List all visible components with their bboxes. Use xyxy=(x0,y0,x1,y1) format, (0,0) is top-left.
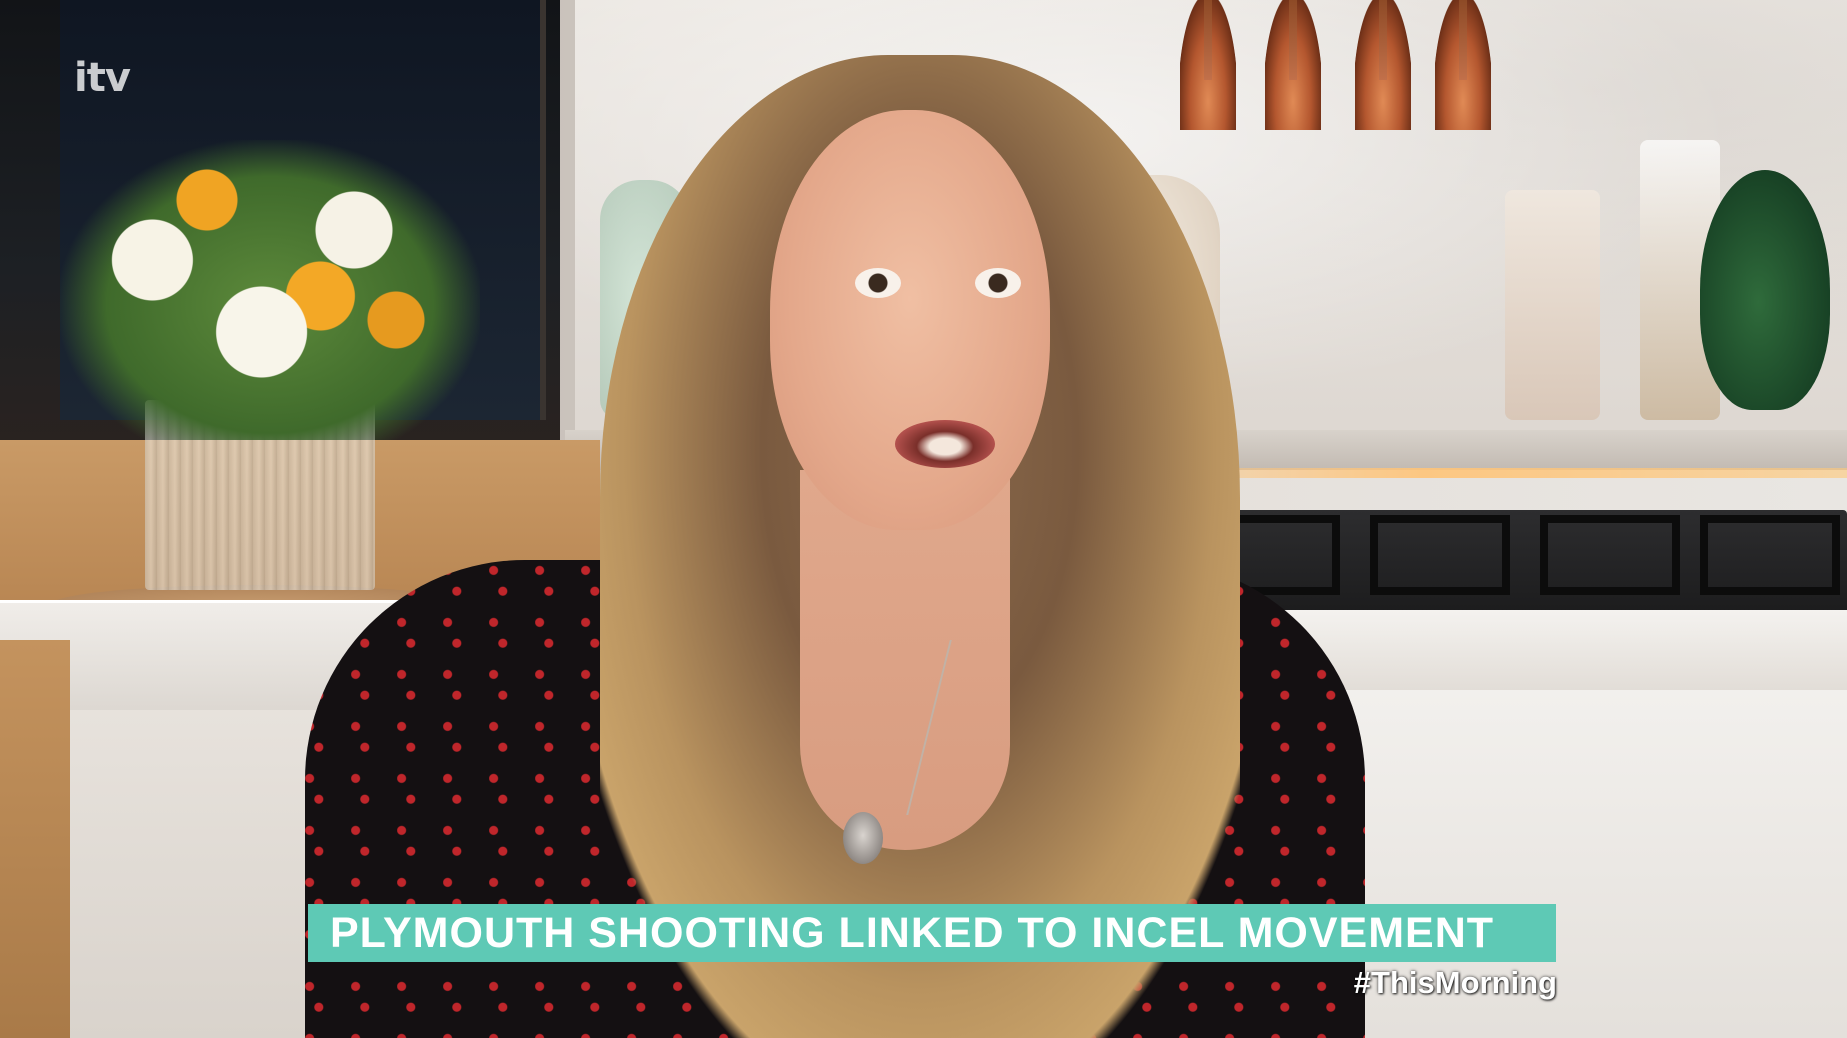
hob-grate xyxy=(1700,515,1840,595)
copper-ladle-icon xyxy=(1435,0,1491,130)
copper-spoon-icon xyxy=(1355,0,1411,130)
itv-logo: itv xyxy=(74,55,131,101)
person-face xyxy=(770,110,1050,530)
wood-panel xyxy=(0,640,70,1038)
copper-spoon-icon xyxy=(1265,0,1321,130)
storage-jar xyxy=(1505,190,1600,420)
person-mouth xyxy=(895,420,995,468)
copper-ladle-icon xyxy=(1180,0,1236,130)
flower-bouquet xyxy=(60,140,480,440)
green-vase xyxy=(1700,170,1830,410)
necklace-pendant-icon xyxy=(843,812,883,864)
hob-grate xyxy=(1370,515,1510,595)
hob-grate xyxy=(1540,515,1680,595)
show-hashtag: #ThisMorning xyxy=(1353,965,1557,1000)
caption-bar: PLYMOUTH SHOOTING LINKED TO INCEL MOVEME… xyxy=(308,904,1556,962)
caption-text: PLYMOUTH SHOOTING LINKED TO INCEL MOVEME… xyxy=(330,908,1495,957)
person-eye-left xyxy=(855,268,901,298)
person-eye-right xyxy=(975,268,1021,298)
video-frame: itv PLYMOUTH SHOOTING LINKED TO INCEL MO… xyxy=(0,0,1847,1038)
